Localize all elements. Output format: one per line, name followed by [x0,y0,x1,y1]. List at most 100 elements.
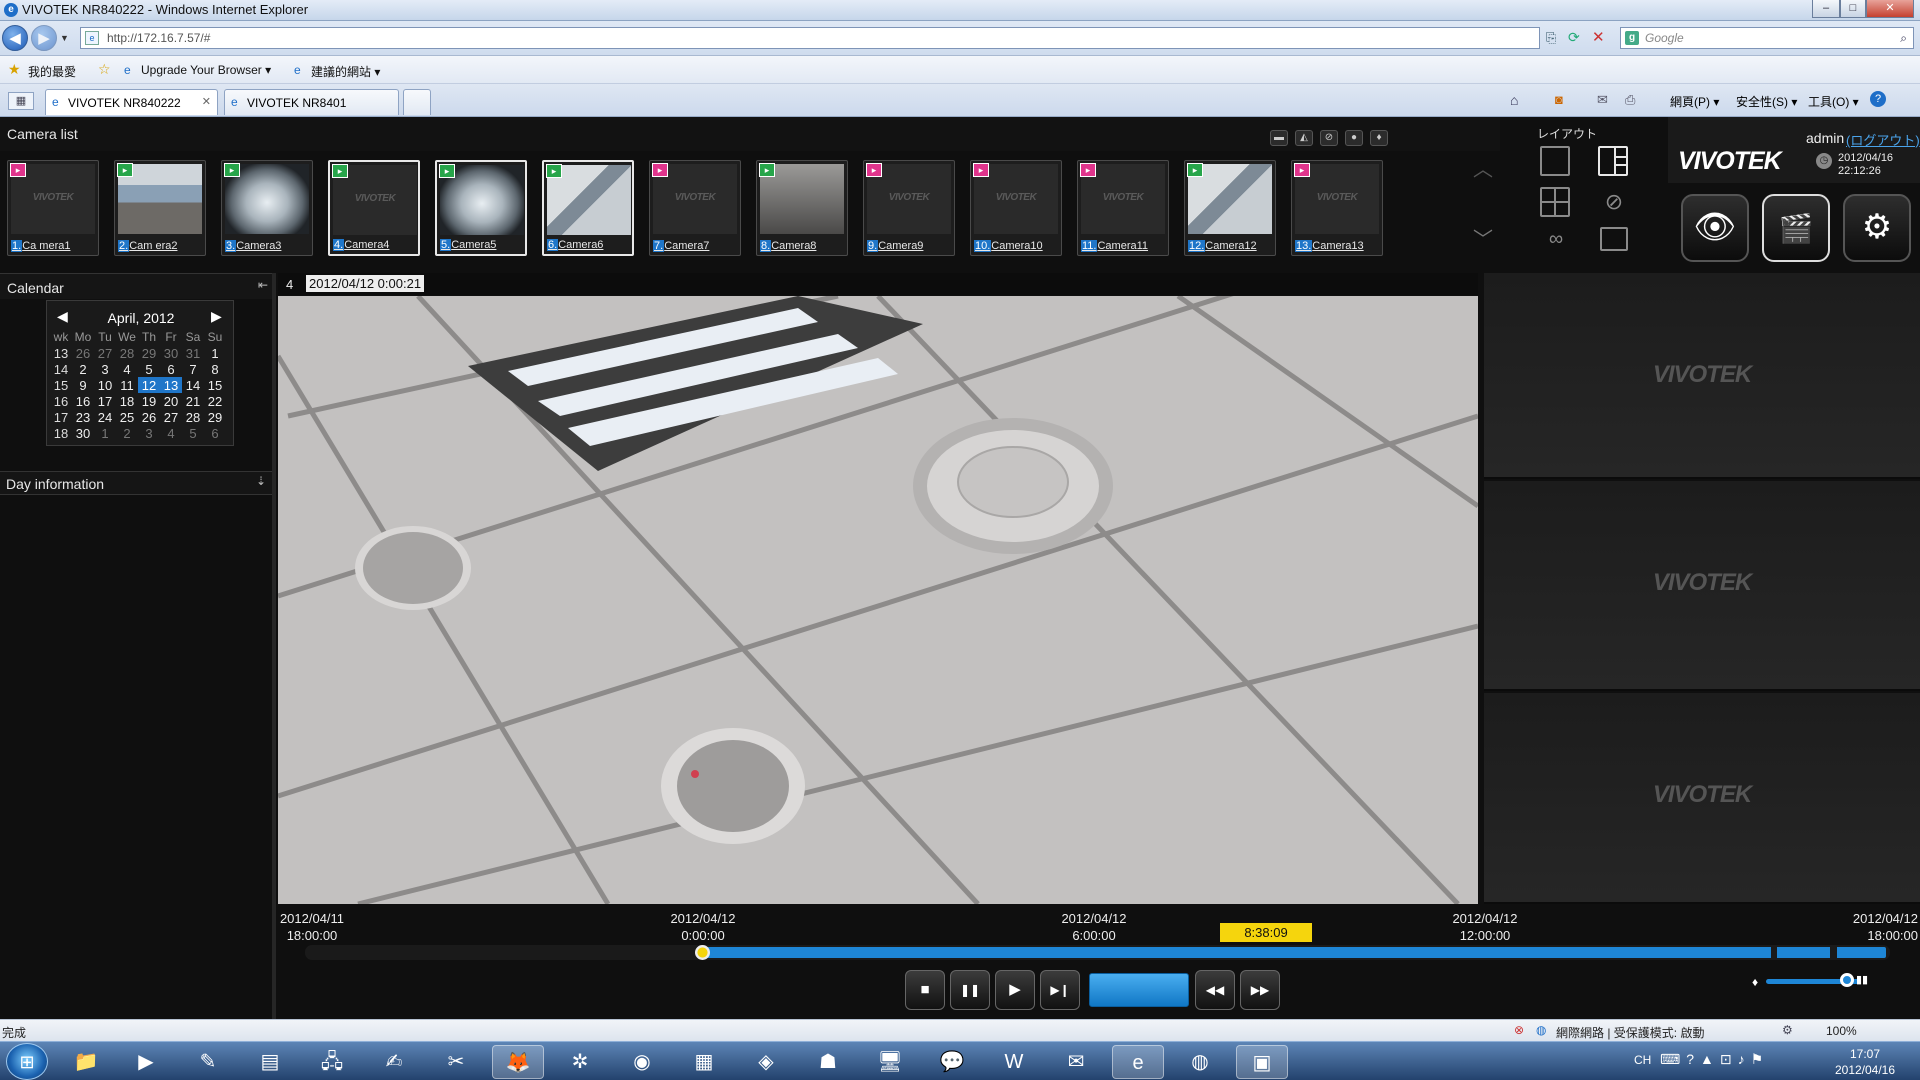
calendar-day[interactable]: 21 [182,393,204,409]
mail-icon[interactable]: ✉ [1597,92,1608,108]
calendar-day[interactable]: 8 [204,361,226,377]
taskbar-clock[interactable]: 17:07 2012/04/16 [1820,1046,1910,1078]
camera-thumbnail[interactable]: VIVOTEK ▸ 11.Camera11 [1077,160,1169,256]
camera-thumbnail[interactable]: VIVOTEK ▸ 13.Camera13 [1291,160,1383,256]
snapshot-icon[interactable]: ● [1345,130,1363,146]
calendar-day[interactable]: 23 [72,409,94,425]
side-view-1[interactable]: VIVOTEK [1484,273,1920,479]
layout-1plus3-icon[interactable] [1598,146,1628,176]
quick-tabs-icon[interactable]: ▦ [8,92,34,110]
stop-button[interactable]: ■ [905,970,945,1010]
tools-menu[interactable]: 工具(O) ▾ [1808,93,1859,110]
camera-thumbnail[interactable]: ▸ 12.Camera12 [1184,160,1276,256]
new-tab-button[interactable] [403,89,431,115]
tab-vivotek-nr8401[interactable]: e VIVOTEK NR8401 [224,89,399,115]
start-button[interactable]: ⊞ [6,1043,48,1080]
logout-link[interactable]: (ログアウト) [1846,130,1920,149]
ie-taskbar-icon[interactable]: e [1112,1045,1164,1079]
calculator-taskbar-icon[interactable]: ▦ [678,1045,730,1079]
calendar-day[interactable]: 16 [72,393,94,409]
ptz-icon[interactable]: ◭ [1295,130,1313,146]
zoom-slider-thumb[interactable] [1840,973,1854,987]
calendar-day[interactable]: 5 [182,425,204,441]
scroll-up-icon[interactable]: ︿ [1473,153,1493,182]
calendar-day[interactable]: 2 [72,361,94,377]
calendar-day[interactable]: 29 [138,345,160,361]
help-icon[interactable]: ? [1870,91,1886,107]
main-video-view[interactable] [278,296,1478,904]
calendar-day[interactable]: 17 [94,393,116,409]
fav-suggested-sites[interactable]: 建議的網站 ▾ [311,63,380,80]
calendar-day[interactable]: 28 [116,345,138,361]
calendar-day[interactable]: 24 [94,409,116,425]
calendar-day[interactable]: 26 [72,345,94,361]
camera-label[interactable]: 8.Camera8 [760,240,816,252]
snipping-taskbar-icon[interactable]: ✂ [430,1045,482,1079]
camera-label[interactable]: 9.Camera9 [867,240,923,252]
pause-button[interactable]: ❚❚ [950,970,990,1010]
layout-quad-icon[interactable] [1540,187,1570,217]
camera-thumbnail[interactable]: ▸ 6.Camera6 [542,160,634,256]
collapse-sidebar-icon[interactable]: ⇤ [258,278,268,292]
firefox-taskbar-icon[interactable]: 🦊 [492,1045,544,1079]
calendar-day[interactable]: 1 [204,345,226,361]
calendar-day[interactable]: 12 [138,377,160,393]
calendar-day[interactable]: 22 [204,393,226,409]
timeline-track[interactable] [305,945,1890,960]
explorer-taskbar-icon[interactable]: 📁 [60,1045,112,1079]
tool-taskbar-icon[interactable]: ✎ [182,1045,234,1079]
calendar-day[interactable]: 27 [160,409,182,425]
camera-thumbnail[interactable]: ▸ 2.Cam era2 [114,160,206,256]
calendar-day[interactable]: 3 [94,361,116,377]
camera-label[interactable]: 1.Ca mera1 [11,240,70,252]
calendar-day[interactable]: 15 [204,377,226,393]
calendar-day[interactable]: 29 [204,409,226,425]
maximize-button[interactable]: □ [1840,0,1866,18]
refresh-icon[interactable]: ⟳ [1568,29,1580,46]
app-taskbar-icon[interactable]: ✲ [554,1045,606,1079]
outlook-taskbar-icon[interactable]: ✉ [1050,1045,1102,1079]
popup-icon[interactable]: ⚙ [1782,1023,1793,1037]
camera-label[interactable]: 5.Camera5 [440,239,496,251]
add-favorite-icon[interactable]: ☆ [98,61,111,78]
calendar-day[interactable]: 6 [160,361,182,377]
play-button[interactable]: ▶ [995,970,1035,1010]
expand-icon[interactable]: ⇣ [256,474,266,488]
calendar-day[interactable]: 1 [94,425,116,441]
network-taskbar-icon[interactable]: 🖧 [306,1045,358,1079]
calendar-day[interactable]: 4 [160,425,182,441]
rewind-button[interactable]: ◀◀ [1195,970,1235,1010]
calendar-day[interactable]: 2 [116,425,138,441]
calendar-day[interactable]: 10 [94,377,116,393]
calendar-day[interactable]: 30 [160,345,182,361]
camera-thumbnail[interactable]: VIVOTEK ▸ 1.Ca mera1 [7,160,99,256]
camera-thumbnail[interactable]: ▸ 8.Camera8 [756,160,848,256]
calendar-day[interactable]: 13 [160,377,182,393]
layout-single-icon[interactable] [1540,146,1570,176]
camera-label[interactable]: 4.Camera4 [333,239,389,251]
camera-thumbnail[interactable]: VIVOTEK ▸ 7.Camera7 [649,160,741,256]
media-player-taskbar-icon[interactable]: ▶ [120,1045,172,1079]
safety-menu[interactable]: 安全性(S) ▾ [1736,93,1797,110]
info-icon[interactable]: ⊘ [1320,130,1338,146]
language-indicator[interactable]: CH [1634,1053,1651,1067]
side-view-2[interactable]: VIVOTEK [1484,481,1920,691]
alien-taskbar-icon[interactable]: ☗ [802,1045,854,1079]
zoom-level[interactable]: 100% [1826,1024,1857,1038]
camera-thumbnail[interactable]: VIVOTEK ▸ 10.Camera10 [970,160,1062,256]
next-frame-button[interactable]: ▶❙ [1040,970,1080,1010]
camera-label[interactable]: 6.Camera6 [547,239,603,251]
home-icon[interactable]: ⌂ [1510,92,1518,108]
fast-forward-button[interactable]: ▶▶ [1240,970,1280,1010]
settings-button[interactable]: ⚙ [1843,194,1911,262]
notepad-taskbar-icon[interactable]: ✍ [368,1045,420,1079]
camera-thumbnail[interactable]: ▸ 5.Camera5 [435,160,527,256]
timeline-start-handle[interactable] [695,945,710,960]
zoom-in-icon[interactable]: ▮▮ [1856,973,1868,986]
zoom-out-icon[interactable]: ♦ [1752,975,1758,989]
camera-label[interactable]: 7.Camera7 [653,240,709,252]
calendar-day[interactable]: 19 [138,393,160,409]
calendar-day[interactable]: 20 [160,393,182,409]
compat-view-icon[interactable]: ⎘ [1546,30,1556,46]
calendar-day[interactable]: 11 [116,377,138,393]
